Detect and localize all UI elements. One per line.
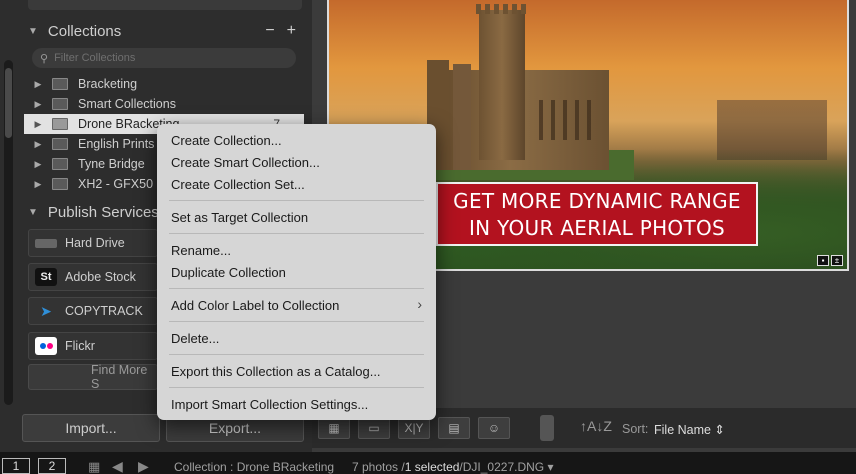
- expand-arrow-icon[interactable]: ▶: [24, 119, 52, 130]
- scrollbar-thumb[interactable]: [5, 68, 12, 138]
- service-label: Flickr: [65, 339, 95, 353]
- menu-separator: [169, 233, 424, 234]
- expand-arrow-icon[interactable]: ▶: [24, 139, 52, 150]
- collection-set-icon: [52, 138, 68, 150]
- filmstrip-bar: 1 2 ▦ ◀ ▶ Collection : Drone BRacketing …: [0, 452, 856, 474]
- collection-set-icon: [52, 158, 68, 170]
- menu-create-smart-collection[interactable]: Create Smart Collection...: [157, 151, 436, 173]
- edited-badge-icon: ±: [831, 255, 843, 266]
- menu-separator: [169, 387, 424, 388]
- people-view-button[interactable]: ☺: [478, 417, 510, 439]
- collection-label: Smart Collections: [78, 97, 176, 111]
- publish-service-flickr[interactable]: Flickr: [28, 332, 158, 360]
- collection-row-bracketing[interactable]: ▶ Bracketing: [24, 74, 304, 94]
- comment-badge-icon: ▪: [817, 255, 829, 266]
- publish-service-copytrack[interactable]: ➤ COPYTRACK: [28, 297, 158, 325]
- previous-panel-strip: [28, 0, 302, 10]
- menu-separator: [169, 321, 424, 322]
- collection-set-icon: [52, 178, 68, 190]
- survey-icon: ▤: [448, 421, 460, 435]
- expand-arrow-icon[interactable]: ▶: [24, 99, 52, 110]
- left-panel-scrollbar[interactable]: [4, 60, 13, 405]
- photo-badges: ▪ ±: [817, 255, 843, 266]
- import-button[interactable]: Import...: [22, 414, 160, 442]
- forward-arrow-icon[interactable]: ▶: [138, 458, 149, 474]
- compare-icon: X|Y: [404, 421, 424, 435]
- collection-context-menu: Create Collection... Create Smart Collec…: [157, 124, 436, 420]
- main-monitor-button[interactable]: 1: [2, 458, 30, 474]
- publish-service-hard-drive[interactable]: Hard Drive: [28, 229, 158, 257]
- promo-banner: GET MORE DYNAMIC RANGE IN YOUR AERIAL PH…: [436, 182, 758, 246]
- submenu-arrow-icon: ›: [417, 296, 422, 312]
- banner-line-2: IN YOUR AERIAL PHOTOS: [468, 216, 726, 240]
- menu-export-as-catalog[interactable]: Export this Collection as a Catalog...: [157, 360, 436, 382]
- sort-direction-icon[interactable]: ↑A↓Z: [580, 418, 612, 434]
- menu-separator: [169, 354, 424, 355]
- collection-label: XH2 - GFX50: [78, 177, 154, 191]
- selection-status: 7 photos /1 selected/DJI_0227.DNG ▾: [352, 460, 553, 474]
- find-more-services-button[interactable]: Find More S: [28, 363, 158, 391]
- adobe-stock-icon: St: [35, 268, 57, 286]
- expand-arrow-icon[interactable]: ▶: [24, 159, 52, 170]
- remove-collection-button[interactable]: −: [265, 22, 274, 40]
- grid-view-icon[interactable]: ▦: [88, 459, 100, 474]
- publish-services-title: Publish Services: [47, 203, 159, 221]
- loupe-icon: ▭: [368, 421, 380, 435]
- service-label: Adobe Stock: [65, 270, 136, 284]
- filter-collections-input[interactable]: [54, 52, 275, 64]
- menu-import-smart-collection-settings[interactable]: Import Smart Collection Settings...: [157, 393, 436, 415]
- source-breadcrumb[interactable]: Collection : Drone BRacketing: [174, 460, 334, 474]
- compare-view-button[interactable]: X|Y: [398, 417, 430, 439]
- collapse-triangle-icon[interactable]: ▼: [28, 26, 38, 37]
- search-icon: ⚲: [40, 52, 49, 65]
- filter-collections-field[interactable]: ⚲: [32, 48, 296, 68]
- menu-delete[interactable]: Delete...: [157, 327, 436, 349]
- flickr-icon: [35, 337, 57, 355]
- selected-count: 1 selected: [404, 460, 460, 474]
- add-collection-button[interactable]: +: [287, 22, 296, 40]
- banner-line-1: GET MORE DYNAMIC RANGE: [453, 189, 741, 213]
- hard-drive-icon: [35, 238, 57, 248]
- collection-row-smart-collections[interactable]: ▶ Smart Collections: [24, 94, 304, 114]
- expand-arrow-icon[interactable]: ▶: [24, 79, 52, 90]
- collection-label: Bracketing: [78, 77, 138, 91]
- copytrack-icon: ➤: [40, 302, 52, 319]
- grid-view-button[interactable]: ▦: [318, 417, 350, 439]
- survey-view-button[interactable]: ▤: [438, 417, 470, 439]
- painter-spray-can-icon[interactable]: [540, 415, 554, 441]
- menu-rename[interactable]: Rename...: [157, 239, 436, 261]
- collection-label: Tyne Bridge: [78, 157, 145, 171]
- collections-panel-header[interactable]: ▼ Collections − +: [20, 18, 304, 44]
- file-name[interactable]: /DJI_0227.DNG ▾: [459, 460, 553, 474]
- collection-label: English Prints: [78, 137, 155, 151]
- menu-add-color-label[interactable]: Add Color Label to Collection ›: [157, 294, 436, 316]
- menu-add-color-label-text: Add Color Label to Collection: [171, 297, 340, 313]
- sort-label: Sort:: [622, 422, 649, 436]
- face-icon: ☺: [487, 421, 501, 435]
- secondary-monitor-button[interactable]: 2: [38, 458, 66, 474]
- collapse-triangle-icon[interactable]: ▼: [28, 207, 38, 218]
- photo-count: 7 photos /: [352, 460, 405, 474]
- collection-set-icon: [52, 118, 68, 130]
- menu-create-collection-set[interactable]: Create Collection Set...: [157, 173, 436, 195]
- service-label: Hard Drive: [65, 236, 125, 250]
- collections-title: Collections: [47, 22, 122, 40]
- loupe-view-button[interactable]: ▭: [358, 417, 390, 439]
- menu-duplicate-collection[interactable]: Duplicate Collection: [157, 261, 436, 283]
- menu-set-target-collection[interactable]: Set as Target Collection: [157, 206, 436, 228]
- grid-icon: ▦: [328, 421, 340, 435]
- sort-dropdown[interactable]: File Name ⇕: [654, 422, 725, 437]
- collection-set-icon: [52, 78, 68, 90]
- publish-service-adobe-stock[interactable]: St Adobe Stock: [28, 263, 158, 291]
- back-arrow-icon[interactable]: ◀: [112, 458, 123, 474]
- menu-create-collection[interactable]: Create Collection...: [157, 129, 436, 151]
- collection-set-icon: [52, 98, 68, 110]
- menu-separator: [169, 288, 424, 289]
- expand-arrow-icon[interactable]: ▶: [24, 179, 52, 190]
- menu-separator: [169, 200, 424, 201]
- service-label: COPYTRACK: [65, 304, 143, 318]
